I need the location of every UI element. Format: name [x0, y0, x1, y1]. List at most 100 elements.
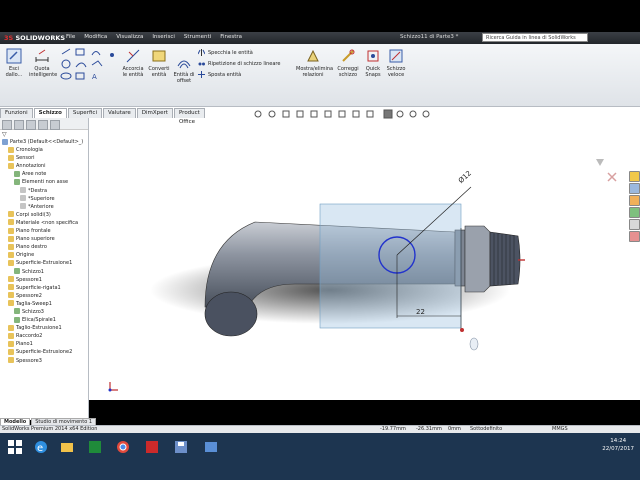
- tree-item[interactable]: Spessore3: [0, 357, 86, 365]
- tree-item[interactable]: Aree note: [0, 170, 86, 178]
- ambient-occlusion-icon[interactable]: [422, 110, 430, 118]
- display-style-icon[interactable]: [324, 110, 332, 118]
- move-entities-button[interactable]: Sposta entità: [198, 71, 241, 78]
- quick-snaps-button[interactable]: Quick Snaps: [364, 48, 382, 78]
- linear-pattern-button[interactable]: Ripetizione di schizzo lineare: [198, 60, 280, 67]
- menu-visualizza[interactable]: Visualizza: [116, 34, 143, 40]
- sketch-point[interactable]: [460, 328, 464, 332]
- taskbar-explorer[interactable]: [56, 436, 78, 458]
- tree-item[interactable]: Schizzo3: [0, 308, 86, 316]
- confirm-corner-icon[interactable]: [596, 159, 604, 166]
- taskbar-ie[interactable]: e: [30, 436, 52, 458]
- sketch-entities-group: A: [58, 47, 120, 83]
- tree-item[interactable]: Schizzo1: [0, 268, 86, 276]
- file-explorer-icon[interactable]: [628, 195, 640, 206]
- tree-item-label: Aree note: [22, 171, 47, 178]
- configuration-icon[interactable]: [26, 120, 36, 130]
- tree-item[interactable]: Piano1: [0, 340, 86, 348]
- tree-item[interactable]: Origine: [0, 251, 86, 259]
- diameter-leader: [396, 186, 472, 256]
- edit-appearance-icon[interactable]: [352, 110, 360, 118]
- exit-sketch-button[interactable]: Esci dallo...: [3, 48, 25, 78]
- length-dimension[interactable]: 22: [416, 308, 425, 316]
- appearances-icon[interactable]: [628, 219, 640, 230]
- design-library-icon[interactable]: [628, 183, 640, 194]
- tree-item[interactable]: Spessore1: [0, 276, 86, 284]
- tree-item[interactable]: Corpi solidi(3): [0, 211, 86, 219]
- view-settings-icon[interactable]: [383, 109, 393, 119]
- zoom-area-icon[interactable]: [268, 110, 276, 118]
- menu-file[interactable]: File: [66, 34, 75, 40]
- property-manager-icon[interactable]: [14, 120, 24, 130]
- realview-icon[interactable]: [396, 110, 404, 118]
- tree-item[interactable]: Superficie-Estrusione1: [0, 259, 86, 267]
- tree-item[interactable]: Superficie-rigata1: [0, 284, 86, 292]
- hide-show-items-icon[interactable]: [338, 110, 346, 118]
- display-manager-icon[interactable]: [50, 120, 60, 130]
- custom-properties-icon[interactable]: [628, 231, 640, 242]
- tree-item[interactable]: Piano superiore: [0, 235, 86, 243]
- pipe-end-opening[interactable]: [204, 291, 258, 337]
- tree-item[interactable]: Raccordo2: [0, 332, 86, 340]
- taskbar-floppy[interactable]: [170, 436, 192, 458]
- tree-item[interactable]: Taglio-Estrusione1: [0, 324, 86, 332]
- taskbar-chrome[interactable]: [112, 436, 134, 458]
- taskbar-photos[interactable]: [200, 436, 222, 458]
- tree-item[interactable]: Cronologia: [0, 146, 86, 154]
- tree-item[interactable]: Superficie-Estrusione2: [0, 348, 86, 356]
- cancel-sketch-icon[interactable]: [607, 172, 617, 182]
- diameter-dimension[interactable]: Ø12: [457, 169, 473, 185]
- rapid-sketch-button[interactable]: Schizzo veloce: [384, 48, 408, 78]
- sketch-circle[interactable]: [378, 236, 416, 274]
- threaded-end[interactable]: [489, 231, 521, 287]
- menu-modifica[interactable]: Modifica: [84, 34, 107, 40]
- tree-item[interactable]: Parte3 (Default<<Default>_): [0, 138, 86, 146]
- repair-sketch-button[interactable]: Correggi schizzo: [334, 48, 362, 78]
- tree-item[interactable]: Sensori: [0, 154, 86, 162]
- dimxpert-icon[interactable]: [38, 120, 48, 130]
- help-search-input[interactable]: Ricerca Guida in linea di SolidWorks: [482, 33, 588, 42]
- offset-entities-button[interactable]: Entità di offset: [172, 54, 196, 84]
- tree-item[interactable]: Annotazioni: [0, 162, 86, 170]
- menu-finestra[interactable]: Finestra: [220, 34, 242, 40]
- tree-item[interactable]: *Destra: [0, 187, 86, 195]
- tree-item[interactable]: *Superiore: [0, 195, 86, 203]
- trim-entities-button[interactable]: Accorcia le entità: [120, 48, 146, 78]
- pipe-ring[interactable]: [454, 229, 466, 287]
- windows-start-button[interactable]: [4, 436, 26, 458]
- tree-item[interactable]: Elementi non asse: [0, 178, 86, 186]
- smart-dimension-button[interactable]: Quota intelligente: [29, 48, 57, 78]
- taskbar-excel[interactable]: [84, 436, 106, 458]
- tree-item[interactable]: Spessore2: [0, 292, 86, 300]
- previous-view-icon[interactable]: [282, 110, 290, 118]
- status-units[interactable]: MMGS: [552, 426, 568, 433]
- tree-item[interactable]: Taglia-Sweep1: [0, 300, 86, 308]
- menu-strumenti[interactable]: Strumenti: [184, 34, 211, 40]
- show-relations-button[interactable]: Mostra/elimina relazioni: [296, 48, 333, 78]
- apply-scene-icon[interactable]: [366, 110, 374, 118]
- pipe-body[interactable]: [204, 221, 456, 315]
- shadows-icon[interactable]: [409, 110, 417, 118]
- taskbar-clock[interactable]: 14:24 22/07/2017: [602, 437, 634, 453]
- tree-item-label: Annotazioni: [16, 163, 46, 170]
- taskbar-solidworks[interactable]: [141, 436, 163, 458]
- filter-icon[interactable]: ▽: [2, 131, 7, 138]
- view-palette-icon[interactable]: [628, 207, 640, 218]
- tree-item[interactable]: Piano frontale: [0, 227, 86, 235]
- feature-tree-icon[interactable]: [2, 120, 12, 130]
- view-orientation-icon[interactable]: [310, 110, 318, 118]
- tree-item[interactable]: Elica/Spirale1: [0, 316, 86, 324]
- convert-entities-button[interactable]: Converti entità: [146, 48, 172, 78]
- sketch-plane[interactable]: [319, 203, 462, 329]
- menu-inserisci[interactable]: Inserisci: [152, 34, 175, 40]
- resources-icon[interactable]: [628, 171, 640, 182]
- mirror-entities-button[interactable]: Specchia le entità: [198, 49, 253, 56]
- tree-item[interactable]: *Anteriore: [0, 203, 86, 211]
- tree-item[interactable]: Piano destro: [0, 243, 86, 251]
- quick-snaps-icon: [367, 50, 379, 62]
- hex-nut[interactable]: [464, 225, 491, 293]
- tree-item[interactable]: Materiale <non specifica: [0, 219, 86, 227]
- app-logo[interactable]: 3S SOLIDWORKS: [4, 34, 65, 42]
- section-view-icon[interactable]: [296, 110, 304, 118]
- zoom-fit-icon[interactable]: [254, 110, 262, 118]
